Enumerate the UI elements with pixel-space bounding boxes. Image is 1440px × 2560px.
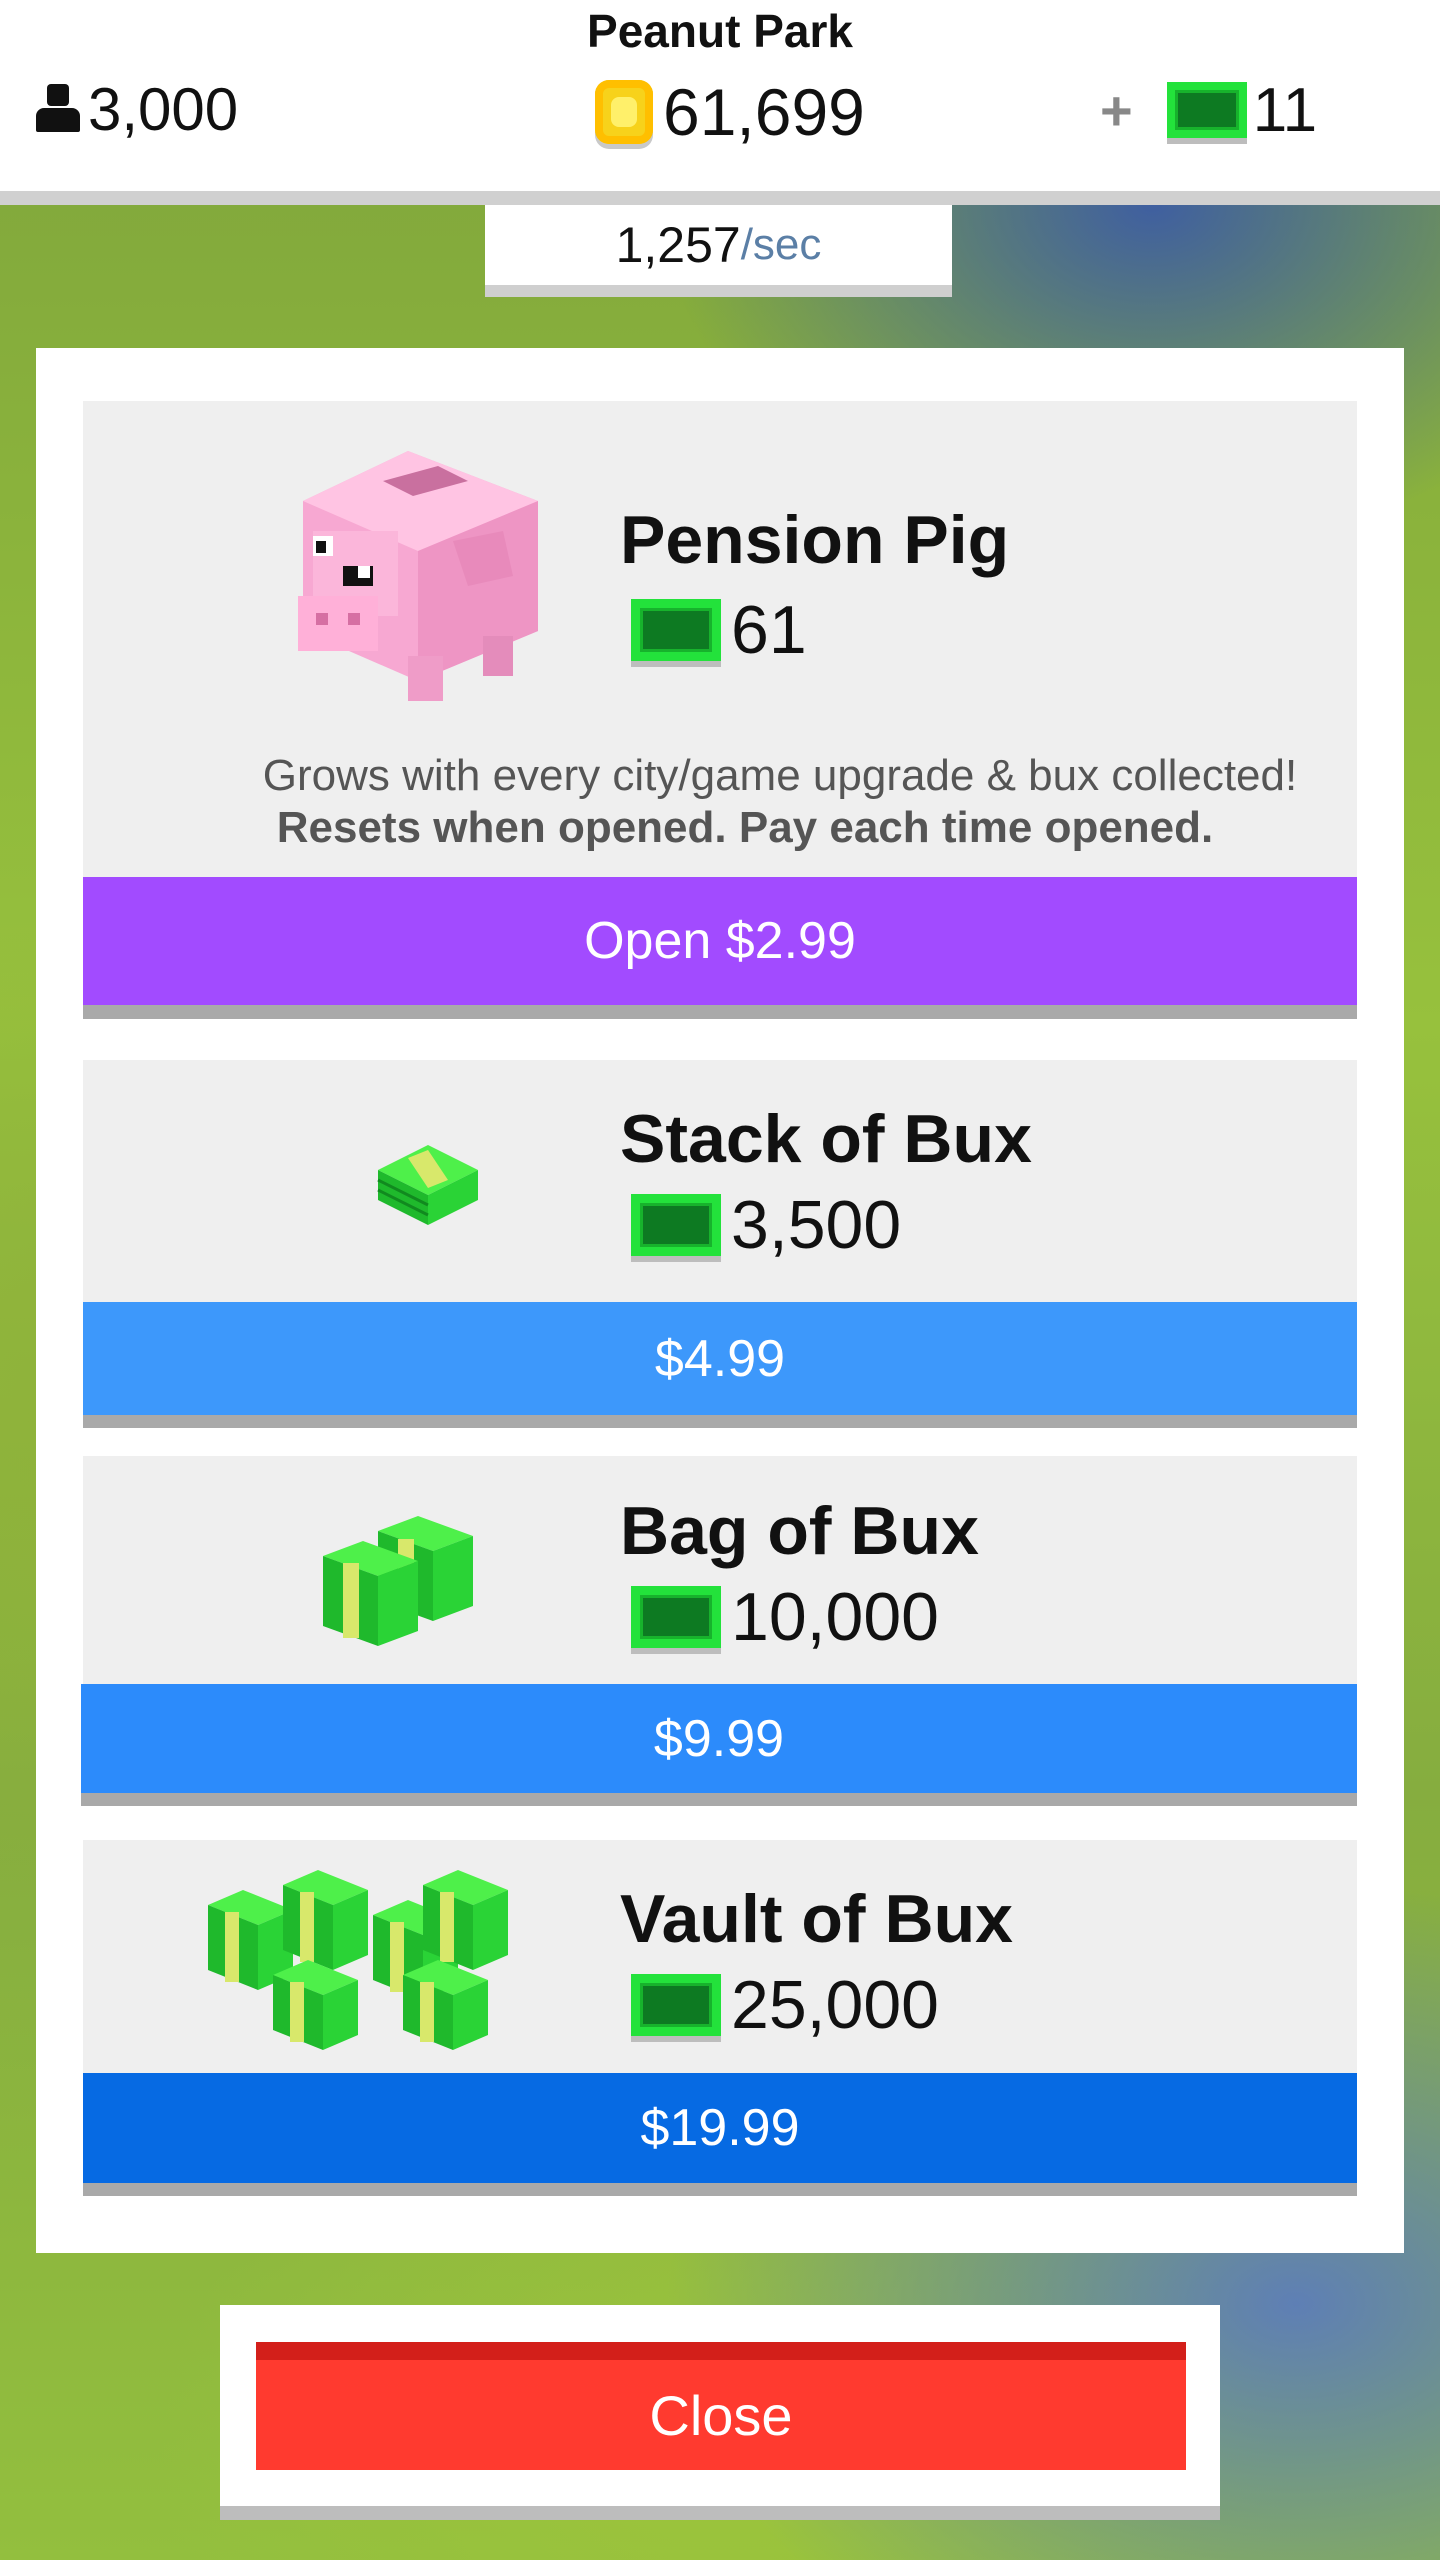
bag-of-bux-card: Bag of Bux 10,000 $9.99 xyxy=(81,1456,1357,1806)
close-button-frame: Close xyxy=(220,2305,1220,2520)
coins-counter: 61,699 xyxy=(595,72,865,152)
bag-of-bux-title: Bag of Bux xyxy=(620,1493,979,1569)
piggy-bank-icon xyxy=(298,451,538,701)
vault-of-bux-card: Vault of Bux 25,000 $19.99 xyxy=(83,1840,1357,2196)
pension-pig-amount-value: 61 xyxy=(731,592,807,668)
buy-bag-of-bux-button[interactable]: $9.99 xyxy=(81,1684,1357,1806)
population-counter: 3,000 xyxy=(36,72,238,146)
person-icon xyxy=(36,84,80,134)
close-button[interactable]: Close xyxy=(256,2342,1186,2470)
cash-icon xyxy=(631,599,721,661)
stack-of-bux-card: Stack of Bux 3,500 $4.99 xyxy=(83,1060,1357,1428)
stack-of-bux-amount: 3,500 xyxy=(631,1186,901,1264)
bux-counter[interactable]: + 11 xyxy=(1100,72,1317,148)
pension-pig-note: Resets when opened. Pay each time opened… xyxy=(276,803,1214,852)
income-rate: 1,257/sec xyxy=(485,205,952,297)
rate-unit: /sec xyxy=(740,220,822,269)
pension-pig-description: Grows with every city/game upgrade & bux… xyxy=(262,751,1298,800)
cash-bag-icon xyxy=(323,1516,473,1646)
bux-value: 11 xyxy=(1252,75,1318,145)
pension-pig-card: Pension Pig 61 Grows with every city/gam… xyxy=(83,401,1357,1019)
city-name: Peanut Park xyxy=(587,5,853,57)
bux-shop-panel: Pension Pig 61 Grows with every city/gam… xyxy=(36,348,1404,2253)
rate-value: 1,257 xyxy=(615,217,741,273)
cash-icon xyxy=(631,1974,721,2036)
add-bux-button[interactable]: + xyxy=(1100,78,1133,143)
bag-of-bux-amount-value: 10,000 xyxy=(731,1579,939,1655)
vault-of-bux-amount-value: 25,000 xyxy=(731,1967,939,2043)
cash-icon xyxy=(631,1194,721,1256)
vault-of-bux-title: Vault of Bux xyxy=(620,1881,1013,1957)
bag-of-bux-amount: 10,000 xyxy=(631,1578,939,1656)
cash-icon xyxy=(631,1586,721,1648)
top-bar: Peanut Park 3,000 61,699 + 11 xyxy=(0,0,1440,205)
pension-pig-title: Pension Pig xyxy=(620,502,1010,578)
coin-icon xyxy=(595,80,653,144)
population-value: 3,000 xyxy=(88,75,239,143)
stack-of-bux-title: Stack of Bux xyxy=(620,1101,1032,1177)
stack-of-bux-amount-value: 3,500 xyxy=(731,1187,902,1263)
coins-value: 61,699 xyxy=(663,75,865,149)
cash-icon xyxy=(1166,82,1247,138)
pension-pig-amount: 61 xyxy=(631,591,807,669)
cash-stack-icon xyxy=(377,1145,478,1225)
open-pension-pig-button[interactable]: Open $2.99 xyxy=(83,877,1357,1019)
cash-vault-icon xyxy=(208,1870,508,2050)
buy-stack-of-bux-button[interactable]: $4.99 xyxy=(83,1302,1357,1428)
vault-of-bux-amount: 25,000 xyxy=(631,1966,939,2044)
buy-vault-of-bux-button[interactable]: $19.99 xyxy=(83,2073,1357,2196)
